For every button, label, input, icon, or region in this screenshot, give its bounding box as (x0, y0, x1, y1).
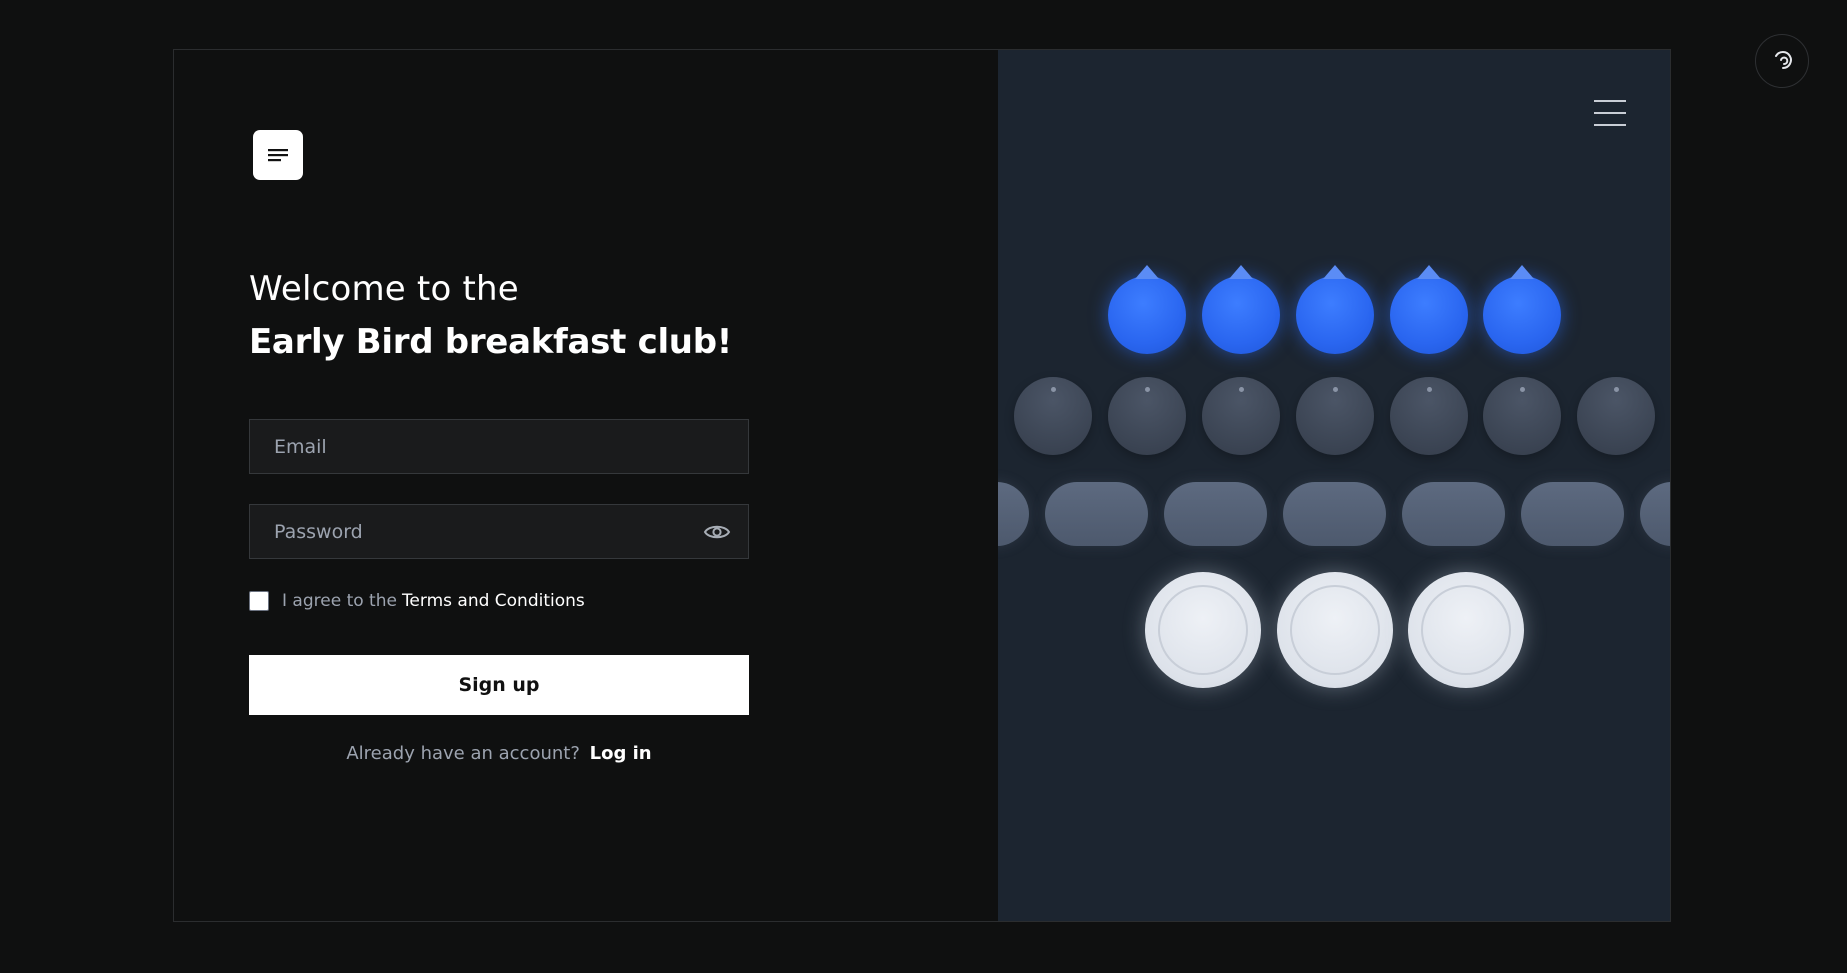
blue-drop (1483, 265, 1561, 354)
white-plate (1145, 572, 1261, 688)
gray-bowl (1108, 377, 1186, 455)
terms-link[interactable]: Terms and Conditions (402, 591, 585, 611)
heading-line-2: Early Bird breakfast club! (249, 322, 732, 362)
blue-drop (1202, 265, 1280, 354)
gray-pill (1283, 482, 1386, 546)
blue-drop (1108, 265, 1186, 354)
blue-drop (1390, 265, 1468, 354)
app-logo (253, 130, 303, 180)
gray-pill (998, 482, 1029, 546)
agree-text: I agree to the (282, 591, 397, 611)
illustration-panel (998, 50, 1670, 921)
white-plate (1277, 572, 1393, 688)
password-field-wrapper (249, 504, 749, 559)
heading-line-1: Welcome to the (249, 269, 519, 309)
gray-pill (1521, 482, 1624, 546)
gray-bowl (1390, 377, 1468, 455)
menu-lines-icon (268, 149, 288, 162)
eye-icon[interactable] (703, 518, 731, 546)
gray-bowl (1202, 377, 1280, 455)
email-field[interactable] (250, 420, 748, 473)
gray-pill (1402, 482, 1505, 546)
gray-bowl (1483, 377, 1561, 455)
gray-pill (1640, 482, 1670, 546)
gray-bowl (1577, 377, 1655, 455)
terms-agreement: I agree to the Terms and Conditions (249, 591, 585, 611)
password-field[interactable] (250, 505, 748, 558)
login-prompt-text: Already have an account? (346, 743, 580, 764)
gray-bowl (1296, 377, 1374, 455)
terms-checkbox[interactable] (249, 591, 269, 611)
gray-pill (1045, 482, 1148, 546)
blue-drop (1296, 265, 1374, 354)
white-plate (1408, 572, 1524, 688)
gray-pill (1164, 482, 1267, 546)
signup-button[interactable]: Sign up (249, 655, 749, 715)
login-prompt: Already have an account? Log in (249, 743, 749, 764)
rotate-button[interactable] (1755, 34, 1809, 88)
welcome-heading: Welcome to the Early Bird breakfast club… (249, 265, 732, 371)
login-link[interactable]: Log in (590, 743, 652, 764)
hamburger-menu-icon[interactable] (1594, 100, 1626, 126)
email-field-wrapper (249, 419, 749, 474)
signup-card: Welcome to the Early Bird breakfast club… (173, 49, 1671, 922)
signup-panel: Welcome to the Early Bird breakfast club… (174, 50, 998, 921)
gray-bowl (1014, 377, 1092, 455)
rotate-icon (1775, 51, 1792, 69)
